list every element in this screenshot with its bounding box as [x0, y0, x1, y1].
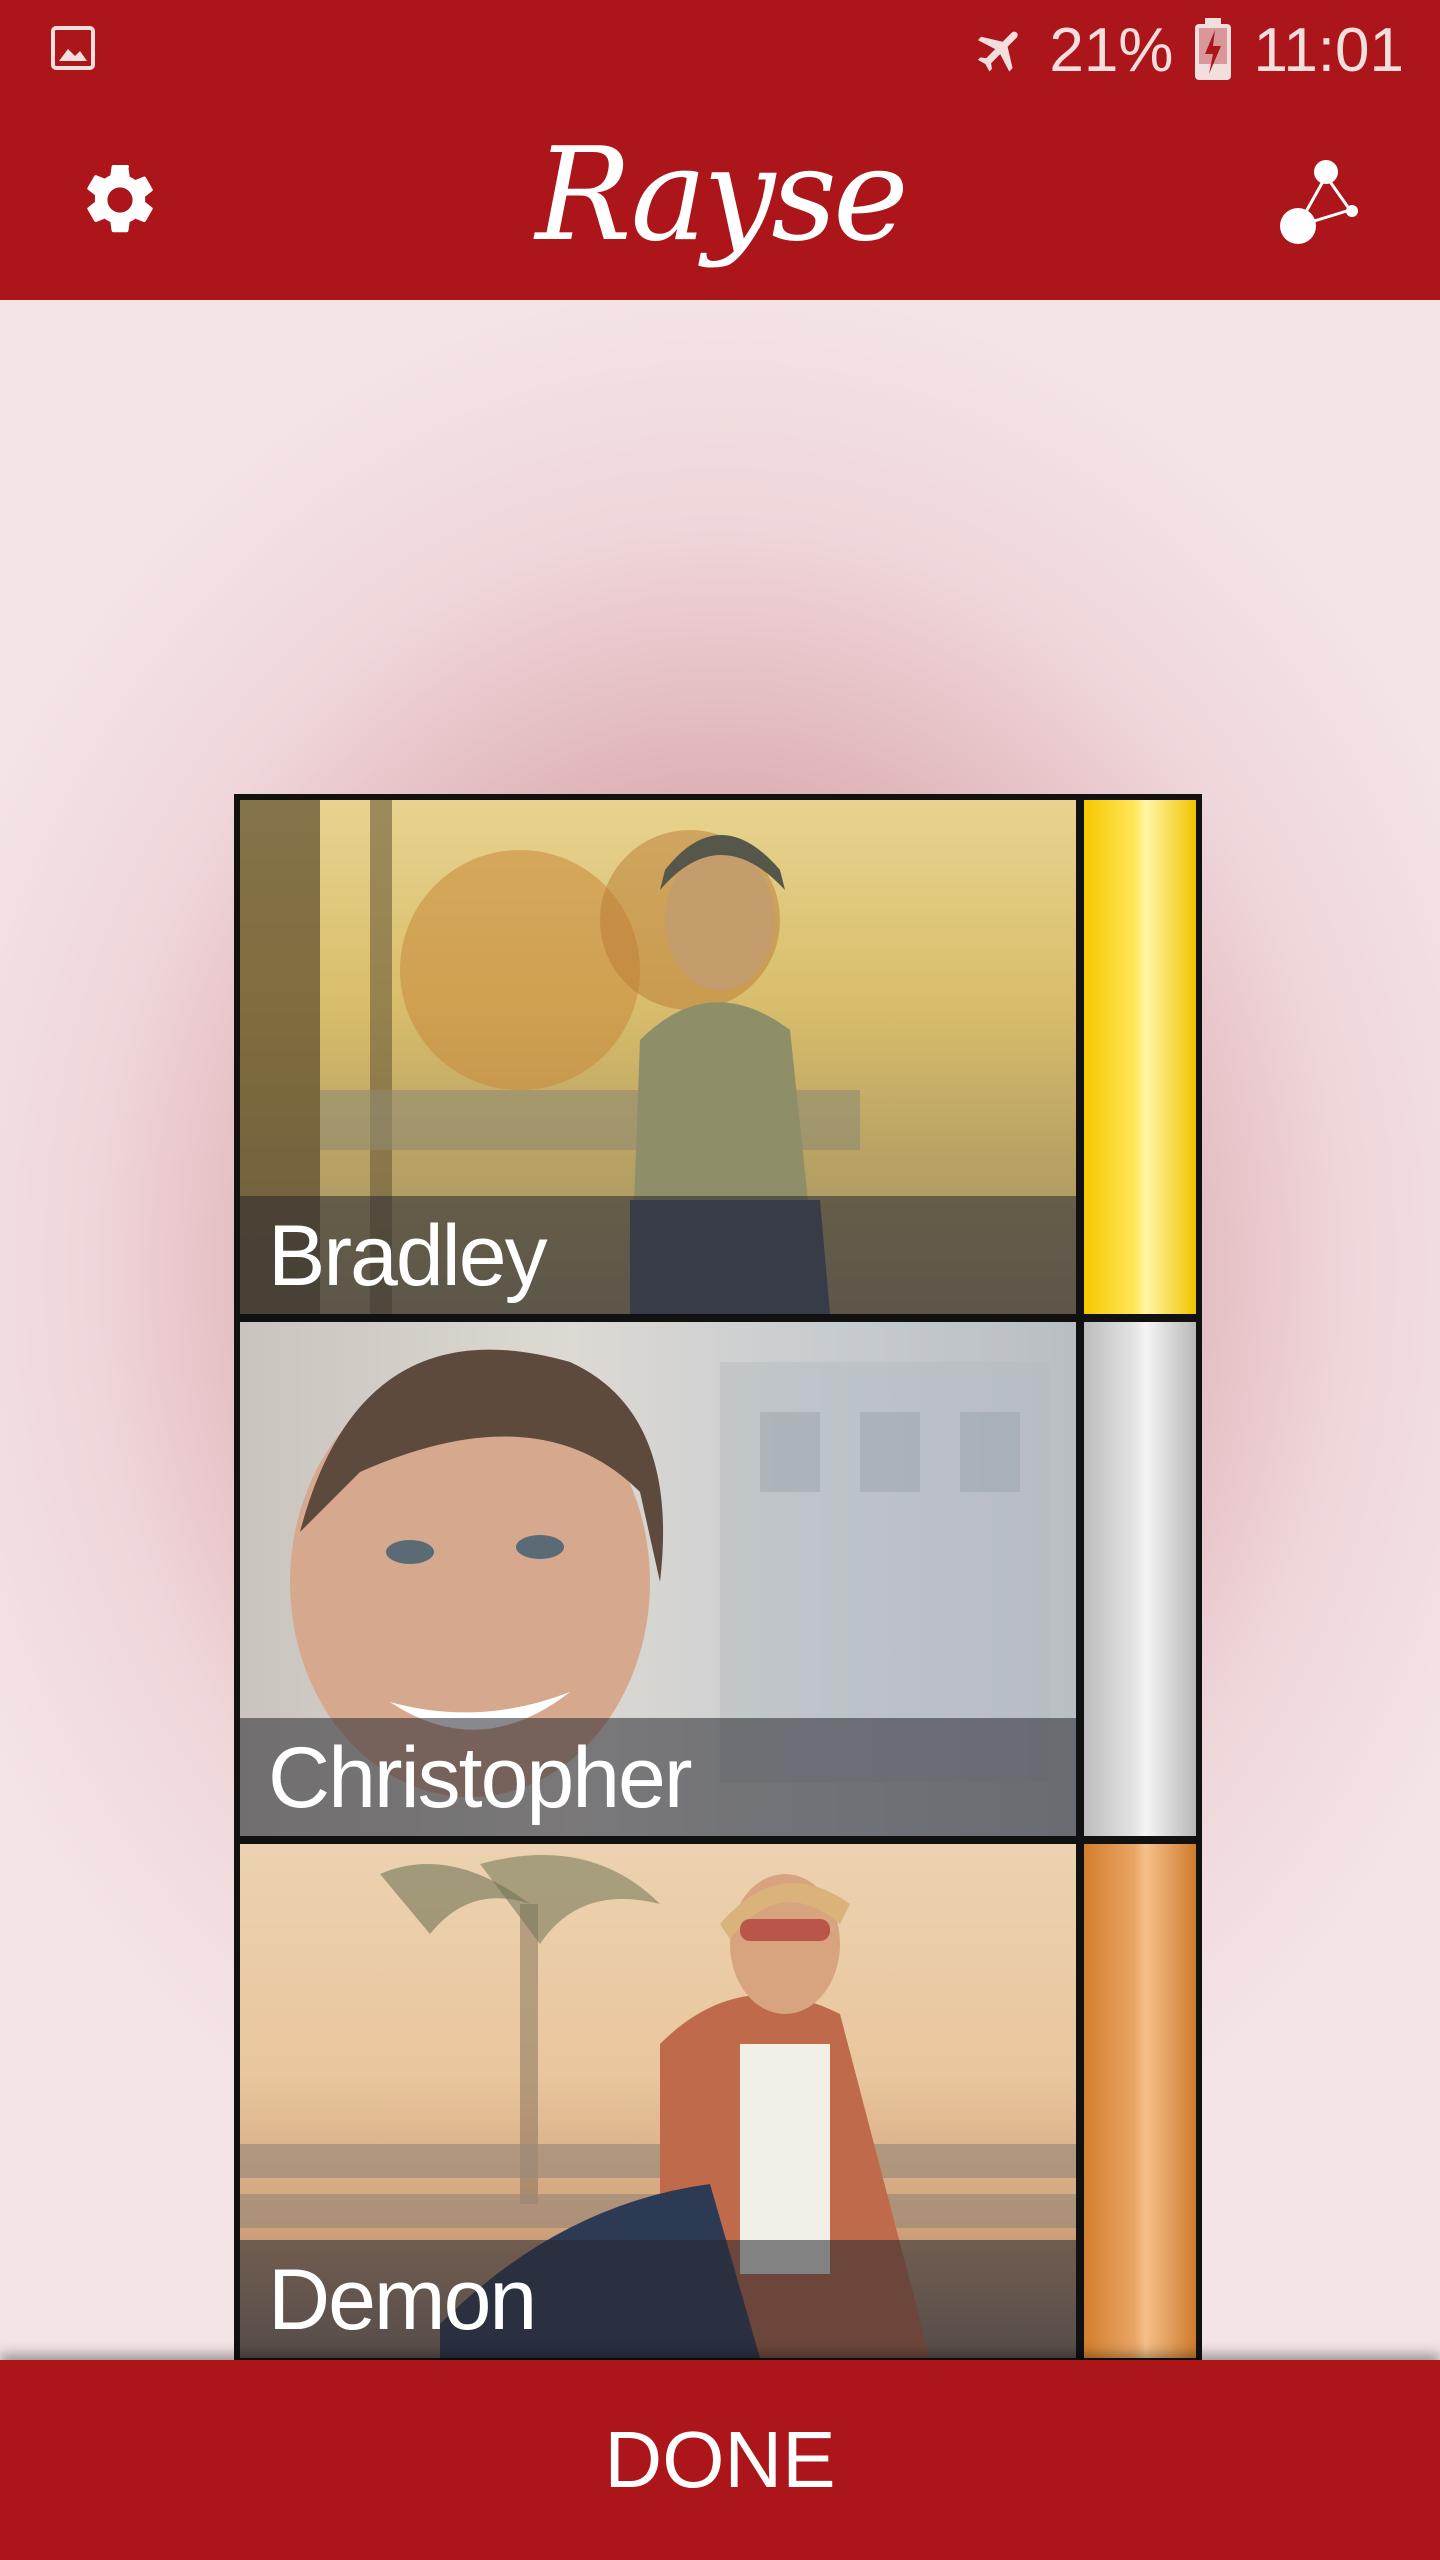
status-bar: 21% 11:01 [0, 0, 1440, 100]
rank-row-2[interactable]: Christopher [240, 1322, 1196, 1836]
silver-medal-swatch [1084, 1322, 1196, 1836]
battery-charging-icon [1195, 18, 1232, 80]
gear-icon[interactable] [78, 158, 162, 242]
app-header: 21% 11:01 Rayse [0, 0, 1440, 300]
battery-percent: 21% [1049, 15, 1174, 85]
name-caption: Demon [240, 2240, 1076, 2358]
profile-name: Bradley [268, 1208, 548, 1304]
name-caption: Christopher [240, 1718, 1076, 1836]
ranking-grid: Bradley Christopher Demon [234, 794, 1202, 2364]
rank-row-1[interactable]: Bradley [240, 800, 1196, 1314]
gallery-icon [51, 26, 95, 70]
rank-row-3[interactable]: Demon [240, 1844, 1196, 2358]
clock: 11:01 [1253, 15, 1404, 85]
profile-name: Christopher [268, 1730, 693, 1826]
name-caption: Bradley [240, 1196, 1076, 1314]
gold-medal-swatch [1084, 800, 1196, 1314]
app-logo: Rayse [535, 120, 908, 270]
share-icon[interactable] [1278, 156, 1364, 246]
bronze-medal-swatch [1084, 1844, 1196, 2358]
ranking-panel: Bradley Christopher Demon [0, 300, 1440, 2364]
status-right: 21% 11:01 [973, 16, 1404, 85]
airplane-mode-icon [978, 31, 1019, 72]
done-button[interactable]: DONE [0, 2360, 1440, 2560]
profile-name: Demon [268, 2252, 537, 2348]
